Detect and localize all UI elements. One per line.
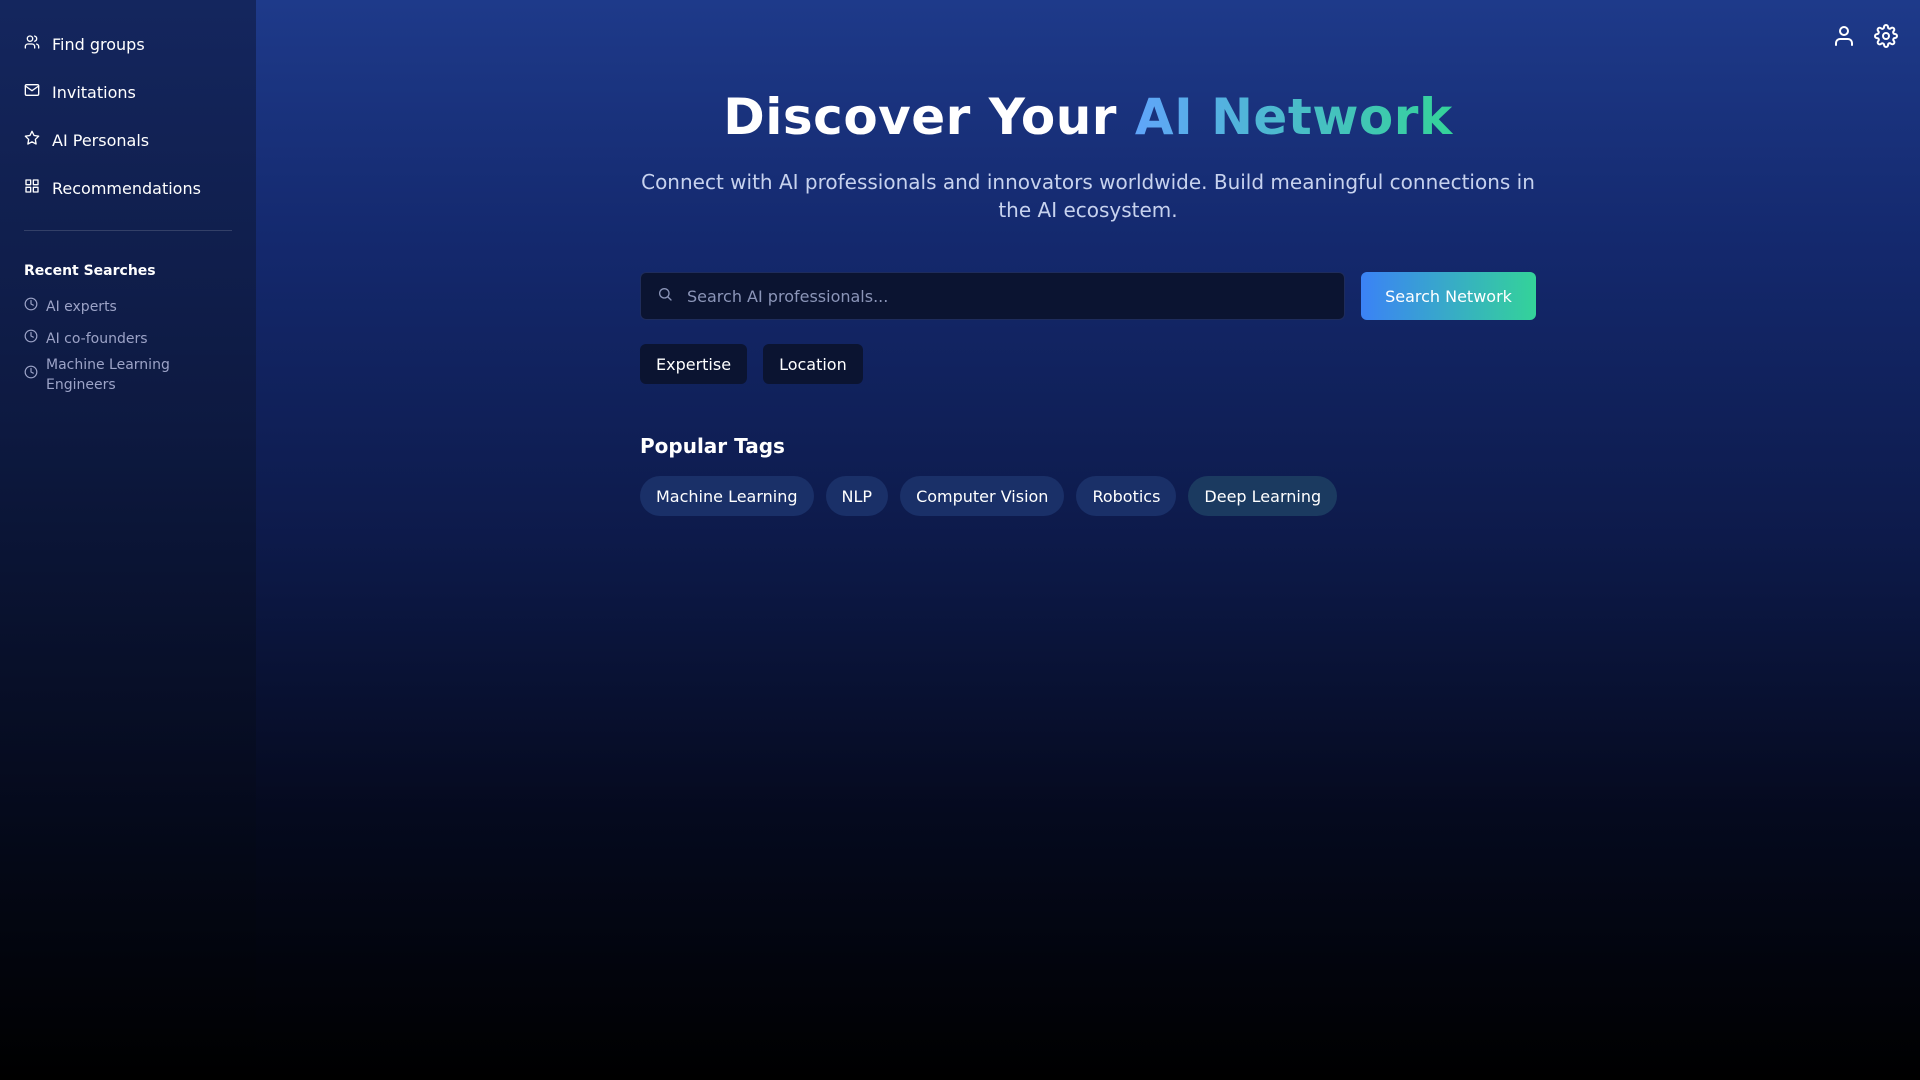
settings-icon[interactable] <box>1874 24 1898 48</box>
search-network-button[interactable]: Search Network <box>1361 272 1536 320</box>
sidebar-item-label: Find groups <box>52 34 145 54</box>
popular-tags-list: Machine Learning NLP Computer Vision Rob… <box>640 476 1338 516</box>
tag-machine-learning[interactable]: Machine Learning <box>640 476 814 516</box>
recent-search-label: AI experts <box>46 299 117 315</box>
sidebar-divider <box>24 230 232 231</box>
search-bar <box>640 272 1345 320</box>
sidebar-item-invitations[interactable]: Invitations <box>24 68 232 116</box>
filter-group: Expertise Location <box>640 344 863 384</box>
users-icon <box>24 34 40 54</box>
grid-icon <box>24 178 40 198</box>
tag-robotics[interactable]: Robotics <box>1076 476 1177 516</box>
sidebar-item-recommendations[interactable]: Recommendations <box>24 164 232 212</box>
filter-expertise-button[interactable]: Expertise <box>640 344 748 384</box>
search-icon <box>657 286 673 306</box>
tag-nlp[interactable]: NLP <box>825 476 889 516</box>
star-icon <box>24 130 40 150</box>
search-input[interactable] <box>687 286 1307 306</box>
page-title-plain: Discover Your <box>723 88 1135 146</box>
tag-computer-vision[interactable]: Computer Vision <box>900 476 1065 516</box>
sidebar-nav: Find groups Invitations AI Personals Rec… <box>24 20 232 212</box>
recent-search-label: AI co-founders <box>46 331 148 347</box>
clock-icon <box>24 365 38 385</box>
filter-location-button[interactable]: Location <box>763 344 863 384</box>
page-subtitle: Connect with AI professionals and innova… <box>641 170 1535 222</box>
recent-search-label: Machine Learning Engineers <box>46 357 170 393</box>
sidebar-item-label: AI Personals <box>52 130 150 150</box>
header-actions <box>1832 24 1898 48</box>
recent-search-item[interactable]: AI experts <box>24 291 232 323</box>
recent-searches-title: Recent Searches <box>24 263 156 279</box>
mail-icon <box>24 82 40 102</box>
page-title-accent: AI Network <box>1134 88 1453 146</box>
recent-search-item[interactable]: Machine Learning Engineers <box>24 355 232 395</box>
sidebar-item-label: Recommendations <box>52 178 201 198</box>
recent-search-item[interactable]: AI co-founders <box>24 323 232 355</box>
sidebar: Find groups Invitations AI Personals Rec… <box>0 0 256 1080</box>
sidebar-item-find-groups[interactable]: Find groups <box>24 20 232 68</box>
sidebar-item-label: Invitations <box>52 82 136 102</box>
tag-deep-learning[interactable]: Deep Learning <box>1188 476 1338 516</box>
popular-tags-title: Popular Tags <box>640 434 785 458</box>
sidebar-item-ai-personals[interactable]: AI Personals <box>24 116 232 164</box>
clock-icon <box>24 329 38 349</box>
user-icon[interactable] <box>1832 24 1856 48</box>
page-title: Discover Your AI Network <box>640 88 1536 146</box>
clock-icon <box>24 297 38 317</box>
